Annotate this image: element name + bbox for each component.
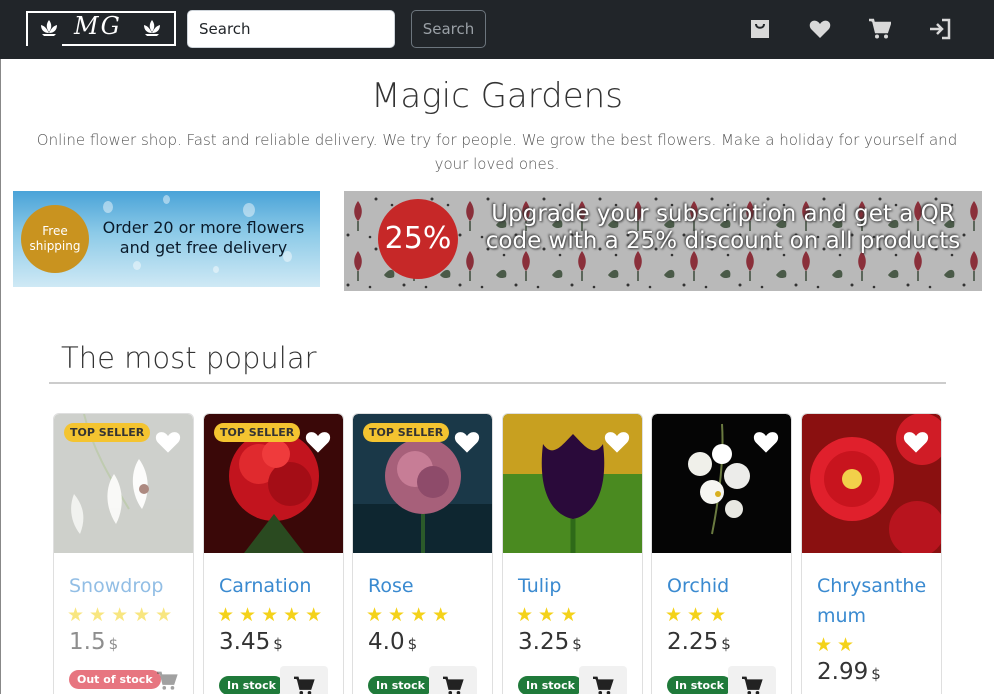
- login-icon[interactable]: [929, 18, 951, 40]
- discount-banner[interactable]: 25% Upgrade your subscription and get a …: [344, 191, 982, 291]
- add-to-cart-button[interactable]: [143, 661, 191, 694]
- product-card[interactable]: TOP SELLER Carnation ★★★★★ 3.45 $ In stoc…: [203, 413, 344, 694]
- product-name[interactable]: Chrysanthe mum: [817, 571, 937, 631]
- free-shipping-badge: Free shipping: [21, 205, 89, 273]
- product-price: 2.99 $: [817, 659, 881, 685]
- cart-icon: [742, 676, 763, 694]
- product-price: 3.45 $: [219, 629, 283, 655]
- favorite-heart-icon[interactable]: [753, 430, 779, 454]
- stock-badge: In stock: [518, 676, 583, 694]
- section-title: The most popular: [61, 341, 317, 375]
- product-name[interactable]: Orchid: [667, 571, 787, 601]
- search-input[interactable]: [187, 10, 395, 48]
- product-card[interactable]: Tulip ★★★ 3.25 $ In stock: [502, 413, 643, 694]
- left-border: [0, 59, 1, 694]
- rating-stars: ★★★: [516, 604, 583, 626]
- product-card[interactable]: TOP SELLER Rose ★★★★ 4.0 $ In stock: [352, 413, 493, 694]
- stock-badge: In stock: [667, 676, 732, 694]
- favorite-heart-icon[interactable]: [155, 430, 181, 454]
- add-to-cart-button[interactable]: [579, 666, 627, 694]
- rating-stars: ★★: [815, 634, 860, 656]
- product-name[interactable]: Rose: [368, 571, 488, 601]
- free-shipping-text: Order 20 or more flowers and get free de…: [102, 218, 305, 257]
- product-name[interactable]: Tulip: [518, 571, 638, 601]
- product-name[interactable]: Snowdrop: [69, 571, 189, 601]
- favorite-heart-icon[interactable]: [305, 430, 331, 454]
- lotus-icon: [41, 20, 57, 36]
- cart-icon[interactable]: [869, 18, 891, 40]
- product-card[interactable]: Chrysanthe mum ★★ 2.99 $: [801, 413, 942, 694]
- top-seller-badge: TOP SELLER: [64, 423, 151, 442]
- page-title: Magic Gardens: [371, 76, 623, 116]
- shopping-bag-icon[interactable]: [749, 18, 771, 40]
- add-to-cart-button[interactable]: [728, 666, 776, 694]
- product-card[interactable]: TOP SELLER Snowdrop ★★★★★ 1.5 $ Out of st…: [53, 413, 194, 694]
- product-price: 3.25 $: [518, 629, 582, 655]
- rating-stars: ★★★★★: [67, 604, 178, 626]
- add-to-cart-button[interactable]: [429, 666, 477, 694]
- discount-badge: 25%: [378, 199, 458, 279]
- free-shipping-banner[interactable]: Free shipping Order 20 or more flowers a…: [13, 191, 320, 287]
- discount-text: Upgrade your subscription and get a QR c…: [485, 201, 961, 254]
- product-price: 1.5 $: [69, 629, 119, 655]
- stock-badge: In stock: [219, 676, 284, 694]
- top-seller-badge: TOP SELLER: [214, 423, 301, 442]
- add-to-cart-button[interactable]: [280, 666, 328, 694]
- heart-icon[interactable]: [809, 18, 831, 40]
- top-seller-badge: TOP SELLER: [363, 423, 450, 442]
- page-subtitle: Online flower shop. Fast and reliable de…: [36, 131, 958, 173]
- rating-stars: ★★★★★: [217, 604, 328, 626]
- favorite-heart-icon[interactable]: [454, 430, 480, 454]
- product-name[interactable]: Carnation: [219, 571, 339, 601]
- search-button[interactable]: Search: [411, 10, 486, 48]
- favorite-heart-icon[interactable]: [903, 430, 929, 454]
- cart-icon: [593, 676, 614, 694]
- cart-icon: [157, 671, 178, 690]
- logo-text: MG: [74, 12, 122, 40]
- rating-stars: ★★★: [665, 604, 732, 626]
- rating-stars: ★★★★: [366, 604, 455, 626]
- stock-badge: In stock: [368, 676, 433, 694]
- section-divider: [49, 382, 946, 384]
- favorite-heart-icon[interactable]: [604, 430, 630, 454]
- lotus-icon: [144, 20, 160, 36]
- cart-icon: [443, 676, 464, 694]
- product-card[interactable]: Orchid ★★★ 2.25 $ In stock: [651, 413, 792, 694]
- navbar: MG Search: [0, 0, 994, 59]
- product-price: 2.25 $: [667, 629, 731, 655]
- product-price: 4.0 $: [368, 629, 418, 655]
- cart-icon: [294, 676, 315, 694]
